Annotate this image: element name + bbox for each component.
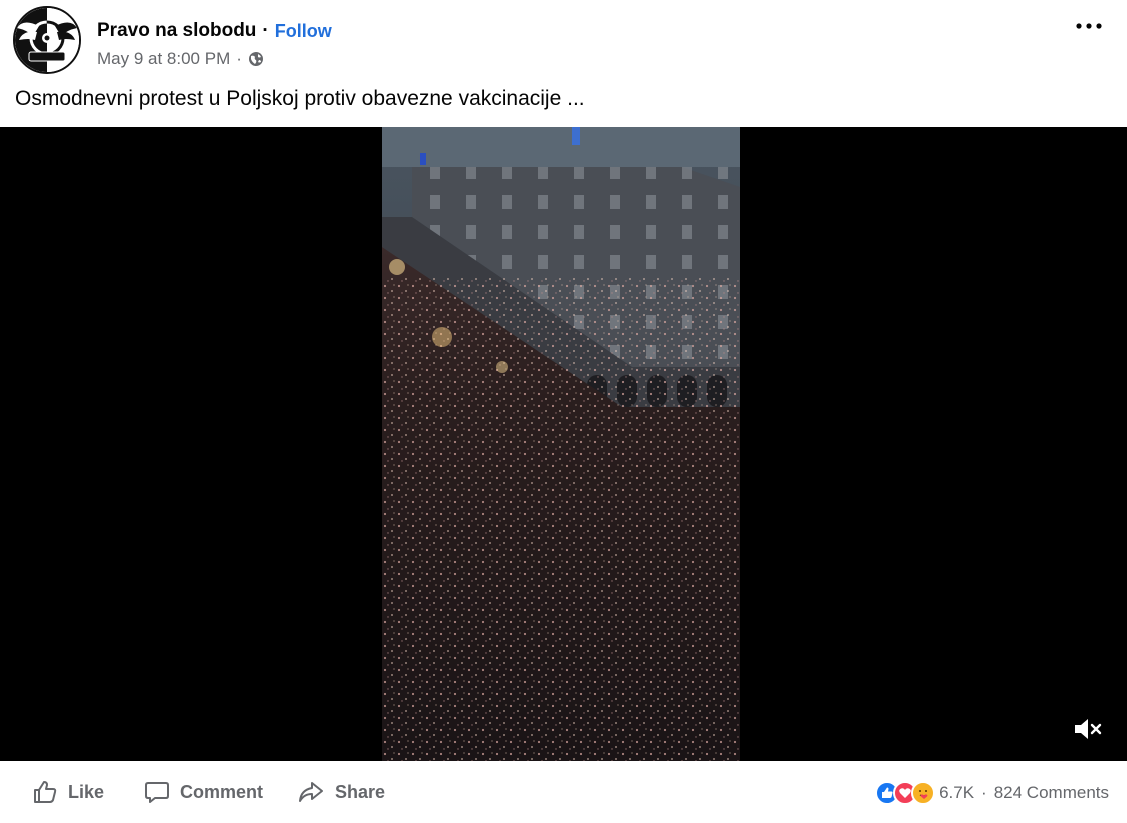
post-caption: Osmodnevni protest u Poljskoj protiv oba… <box>15 87 585 110</box>
video-frame[interactable] <box>382 127 740 761</box>
video-thumbnail <box>382 127 740 761</box>
post-timestamp[interactable]: May 9 at 8:00 PM <box>97 49 230 69</box>
like-button[interactable]: Like <box>32 779 104 805</box>
share-button[interactable]: Share <box>297 779 385 805</box>
page-name-row: Pravo na slobodu · Follow <box>97 20 332 42</box>
share-label: Share <box>335 781 386 802</box>
name-separator: · <box>262 20 269 41</box>
post-meta: May 9 at 8:00 PM · <box>97 49 264 69</box>
comment-label: Comment <box>180 781 264 802</box>
more-options-icon[interactable] <box>1071 14 1107 38</box>
engagement-summary: 6.7K · 824 Comments <box>875 781 1109 805</box>
globe-icon <box>248 52 263 66</box>
reaction-count[interactable]: 6.7K <box>939 783 974 803</box>
engagement-separator: · <box>981 783 987 802</box>
thumbs-up-icon <box>34 781 57 803</box>
post-header: Pravo na slobodu · Follow May 9 at 8:00 … <box>0 0 1127 80</box>
page-avatar[interactable] <box>13 6 81 74</box>
action-bar: Like Comment Share 6.7K · 824 Comments <box>0 761 1127 823</box>
page-name-link[interactable]: Pravo na slobodu <box>97 20 256 42</box>
page-logo-icon <box>15 8 79 72</box>
care-reaction-icon <box>911 781 936 805</box>
share-icon <box>299 782 323 802</box>
video-player[interactable] <box>0 127 1127 761</box>
comment-button[interactable]: Comment <box>144 779 263 805</box>
comment-count[interactable]: 824 Comments <box>994 783 1109 803</box>
like-label: Like <box>68 781 105 802</box>
comment-icon <box>145 782 169 803</box>
volume-muted-icon[interactable] <box>1071 713 1103 745</box>
follow-button[interactable]: Follow <box>275 21 332 42</box>
meta-separator: · <box>236 49 242 68</box>
reaction-icons[interactable] <box>875 781 936 805</box>
